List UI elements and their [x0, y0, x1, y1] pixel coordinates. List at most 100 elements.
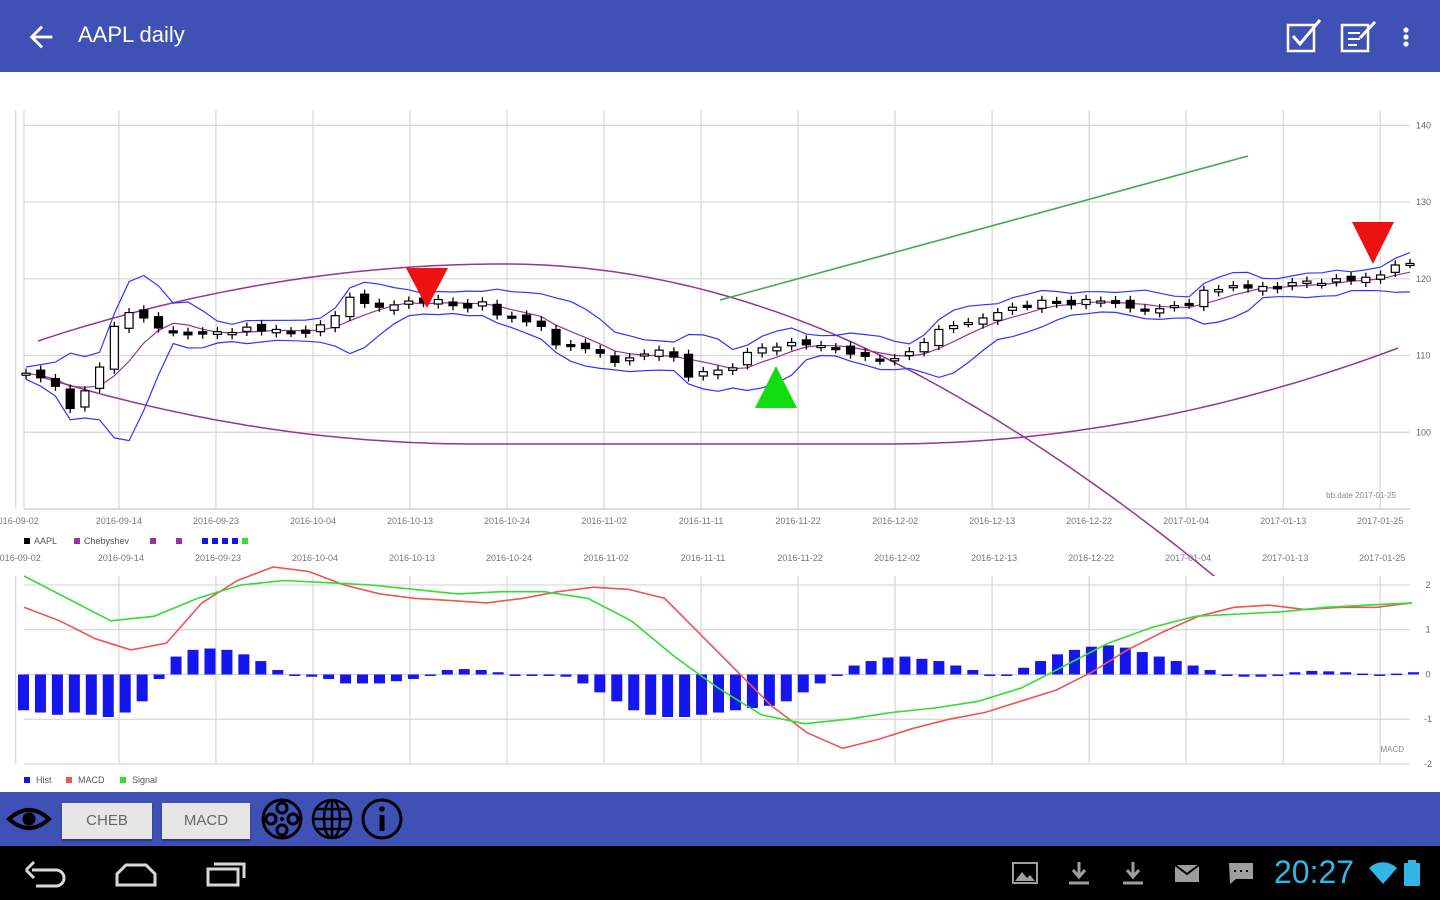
macd-hist-bar: [153, 674, 165, 679]
price-x-tick-label: 2016-12-22: [1066, 516, 1112, 526]
macd-hist-bar: [577, 674, 589, 684]
candle-body: [36, 369, 46, 379]
macd-hist-bar: [1323, 671, 1335, 675]
candle-body: [1361, 276, 1371, 284]
candle-body: [1375, 274, 1386, 280]
candle-body: [183, 331, 193, 336]
candle-body: [551, 328, 561, 346]
candle-body: [1007, 306, 1018, 311]
candle-body: [1331, 278, 1341, 283]
film-reel-icon[interactable]: [260, 797, 304, 841]
checkbox-edit-icon[interactable]: [1284, 16, 1326, 58]
mail-icon: [1174, 864, 1200, 882]
candle-body: [845, 345, 856, 355]
macd-x-tick-label: 2017-01-04: [1165, 553, 1211, 563]
more-vert-icon[interactable]: [1388, 16, 1424, 58]
macd-hist-bar: [51, 674, 63, 715]
macd-hist-bar: [1187, 665, 1199, 675]
macd-hist-bar: [984, 674, 996, 676]
price-x-tick-label: 2016-10-13: [387, 516, 433, 526]
legend-swatch-chebyshev: [74, 538, 80, 544]
candle-body: [639, 353, 649, 357]
candle-body: [1213, 288, 1224, 293]
candle-body: [153, 316, 164, 329]
candle-body: [1155, 308, 1165, 314]
legend-label-aapl: AAPL: [34, 536, 57, 546]
candle-body: [360, 293, 370, 304]
candle-body: [1272, 285, 1283, 290]
eye-icon[interactable]: [6, 801, 52, 837]
macd-x-tick-label: 2016-12-22: [1068, 553, 1114, 563]
macd-hist-bar: [950, 665, 962, 675]
macd-hist-bar: [526, 674, 538, 676]
macd-hist-bar: [357, 674, 369, 684]
candle-body: [507, 315, 517, 319]
candle-body: [978, 317, 988, 325]
macd-hist-bar: [865, 661, 877, 675]
legend-label-macd: MACD: [78, 775, 105, 785]
system-nav-bar: 20:27: [0, 846, 1440, 900]
info-icon[interactable]: [360, 797, 404, 841]
candle-body: [1037, 299, 1047, 309]
macd-hist-bar: [1340, 672, 1352, 675]
macd-hist-bar: [560, 674, 572, 677]
price-x-tick-label: 2016-11-02: [581, 516, 626, 526]
candle-body: [904, 351, 915, 357]
wifi-icon: [1369, 862, 1397, 884]
macd-hist-bar: [170, 656, 182, 675]
macd-hist-bar: [102, 674, 114, 717]
macd-hist-bar: [1272, 674, 1284, 676]
macd-hist-bar: [136, 674, 148, 702]
candle-body: [1390, 264, 1400, 273]
macd-hist-bar: [848, 665, 860, 675]
macd-hist-bar: [340, 674, 352, 684]
macd-hist-bar: [509, 674, 521, 676]
legend-swatch: [212, 538, 218, 544]
candle-body: [286, 331, 296, 335]
candle-body: [212, 331, 223, 335]
candle-body: [389, 304, 399, 311]
macd-hist-bar: [441, 670, 453, 675]
edit-note-icon[interactable]: [1338, 16, 1380, 58]
price-x-tick-label: 2016-09-23: [193, 516, 239, 526]
candle-body: [683, 353, 694, 378]
legend-label-hist: Hist: [36, 775, 52, 785]
macd-hist-bar: [729, 674, 741, 711]
candle-body: [1346, 275, 1356, 281]
recent-apps-nav-icon[interactable]: [202, 858, 250, 888]
candle-body: [1287, 282, 1297, 287]
candle-body: [301, 329, 311, 334]
macd-hist-bar: [424, 674, 436, 676]
cheb-button[interactable]: CHEB: [62, 803, 152, 839]
macd-x-tick-label: 2016-12-13: [971, 553, 1017, 563]
globe-icon[interactable]: [310, 797, 354, 841]
candle-body: [463, 303, 473, 309]
macd-button[interactable]: MACD: [162, 803, 250, 839]
macd-hist-bar: [933, 661, 945, 675]
macd-hist-bar: [645, 674, 657, 715]
candle-body: [477, 301, 488, 307]
candle-body: [1125, 299, 1135, 309]
candle-body: [1258, 285, 1268, 292]
macd-hist-bar: [289, 674, 301, 676]
macd-hist-bar: [1153, 656, 1165, 675]
candle-body: [124, 311, 134, 329]
candle-body: [315, 324, 326, 333]
legend-swatch-hist: [24, 777, 30, 783]
legend-swatch-aapl: [24, 538, 30, 544]
home-nav-icon[interactable]: [112, 858, 160, 888]
candle-body: [1199, 289, 1209, 308]
candle-body: [433, 298, 443, 305]
price-legend: AAPL Chebyshev: [24, 536, 248, 546]
candle-body: [227, 331, 237, 336]
macd-hist-bar: [1357, 673, 1369, 676]
candle-body: [919, 341, 929, 353]
macd-hist-bar: [18, 674, 29, 711]
candle-body: [934, 328, 944, 347]
candle-body: [669, 351, 679, 358]
macd-y-tick-label: -2: [1424, 759, 1432, 769]
arrow-left-icon[interactable]: [24, 20, 58, 54]
back-nav-icon[interactable]: [22, 858, 70, 888]
chart-svg[interactable]: 100110120130140bb.date 2017-01-252016-09…: [0, 72, 1440, 792]
macd-hist-bar: [763, 674, 775, 706]
